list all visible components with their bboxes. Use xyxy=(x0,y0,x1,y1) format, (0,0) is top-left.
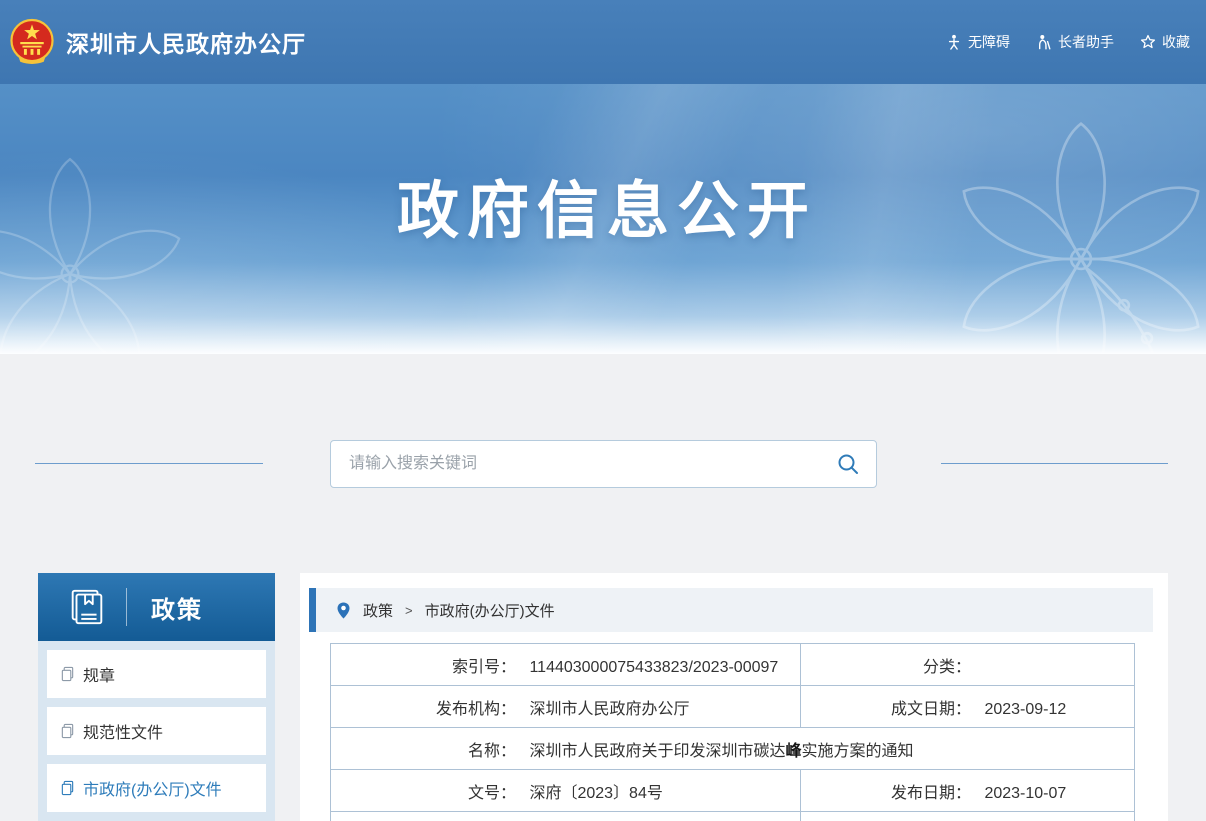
top-link-label: 长者助手 xyxy=(1058,32,1114,52)
accessibility-icon xyxy=(946,34,962,50)
elder-assistant-link[interactable]: 长者助手 xyxy=(1036,32,1114,52)
field-value: 2023-10-07 xyxy=(984,785,1066,802)
sidebar: 政策 规章 规范性文件 xyxy=(38,573,275,821)
divider xyxy=(126,588,127,626)
written-date-cell: 成文日期： 2023-09-12 xyxy=(801,686,1135,728)
issuing-agency-cell: 发布机构： 深圳市人民政府办公厅 xyxy=(331,686,801,728)
document-number-cell: 文号： 深府〔2023〕84号 xyxy=(331,770,801,812)
table-row-index-category: 索引号： 114403000075433823/2023-00097 分类： xyxy=(331,644,1135,686)
field-value: 2023-09-12 xyxy=(984,701,1066,718)
elder-assistant-icon xyxy=(1036,34,1052,50)
field-label: 名称： xyxy=(331,737,516,761)
document-info-table: 索引号： 114403000075433823/2023-00097 分类： 发… xyxy=(330,643,1135,821)
decorative-line-right xyxy=(941,463,1168,464)
empty-cell xyxy=(331,812,801,821)
empty-cell xyxy=(801,812,1135,821)
policy-book-icon xyxy=(66,586,108,628)
breadcrumb-link-policy[interactable]: 政策 xyxy=(363,600,393,621)
breadcrumb-separator: > xyxy=(405,603,413,618)
index-number-cell: 索引号： 114403000075433823/2023-00097 xyxy=(331,644,801,686)
top-utility-links: 无障碍 长者助手 收藏 xyxy=(946,32,1190,52)
document-icon xyxy=(60,780,75,796)
site-brand[interactable]: 深圳市人民政府办公厅 xyxy=(10,17,306,67)
location-pin-icon xyxy=(337,602,350,619)
field-value: 深府〔2023〕84号 xyxy=(529,785,662,802)
field-label: 文号： xyxy=(331,779,516,803)
name-prefix: 深圳市人民政府关于印发深圳市碳达 xyxy=(529,743,785,760)
name-suffix: 实施方案的通知 xyxy=(801,743,913,760)
table-row-docno-publish: 文号： 深府〔2023〕84号 发布日期： 2023-10-07 xyxy=(331,770,1135,812)
banner: 政府信息公开 xyxy=(0,84,1206,354)
sidebar-item-label: 规范性文件 xyxy=(83,719,163,743)
top-link-label: 收藏 xyxy=(1162,32,1190,52)
document-icon xyxy=(60,723,75,739)
search-icon xyxy=(837,453,859,475)
name-highlight: 峰 xyxy=(785,743,801,760)
national-emblem-logo xyxy=(10,17,54,67)
accessibility-link[interactable]: 无障碍 xyxy=(946,32,1010,52)
document-name: 深圳市人民政府关于印发深圳市碳达峰实施方案的通知 xyxy=(529,743,913,760)
field-value: 114403000075433823/2023-00097 xyxy=(529,659,778,676)
sidebar-menu: 规章 规范性文件 市政府(办公厅)文件 xyxy=(38,641,275,821)
sidebar-item-label: 规章 xyxy=(83,662,115,686)
publish-date-cell: 发布日期： 2023-10-07 xyxy=(801,770,1135,812)
main-area: 政策 规章 规范性文件 xyxy=(38,573,1168,821)
content-panel: 政策 > 市政府(办公厅)文件 索引号： 114403000075433823/… xyxy=(300,573,1168,821)
field-label: 发布日期： xyxy=(801,779,971,803)
sidebar-title: 政策 xyxy=(151,590,203,625)
breadcrumb: 政策 > 市政府(办公厅)文件 xyxy=(309,588,1153,632)
field-label: 成文日期： xyxy=(801,695,971,719)
field-label: 发布机构： xyxy=(331,695,516,719)
category-cell: 分类： xyxy=(801,644,1135,686)
field-label: 分类： xyxy=(801,653,971,677)
search-button[interactable] xyxy=(820,441,876,487)
page-title: 政府信息公开 xyxy=(0,84,1206,250)
document-icon xyxy=(60,666,75,682)
sidebar-item-normative-documents[interactable]: 规范性文件 xyxy=(47,707,266,755)
table-row-partial xyxy=(331,812,1135,821)
sidebar-item-regulations[interactable]: 规章 xyxy=(47,650,266,698)
sidebar-item-municipal-government-documents[interactable]: 市政府(办公厅)文件 xyxy=(47,764,266,812)
sidebar-header: 政策 xyxy=(38,573,275,641)
document-name-cell: 名称： 深圳市人民政府关于印发深圳市碳达峰实施方案的通知 xyxy=(331,728,1135,770)
favorite-link[interactable]: 收藏 xyxy=(1140,32,1190,52)
sidebar-item-label: 市政府(办公厅)文件 xyxy=(83,776,222,800)
breadcrumb-current: 市政府(办公厅)文件 xyxy=(425,600,555,621)
top-link-label: 无障碍 xyxy=(968,32,1010,52)
field-value: 深圳市人民政府办公厅 xyxy=(529,701,689,718)
star-icon xyxy=(1140,34,1156,50)
field-label: 索引号： xyxy=(331,653,516,677)
search-box xyxy=(330,440,877,488)
site-header: 深圳市人民政府办公厅 无障碍 长者助手 收藏 xyxy=(0,0,1206,84)
search-input[interactable] xyxy=(331,441,820,487)
search-section xyxy=(0,440,1206,488)
decorative-line-left xyxy=(35,463,263,464)
site-title: 深圳市人民政府办公厅 xyxy=(66,25,306,59)
table-row-name: 名称： 深圳市人民政府关于印发深圳市碳达峰实施方案的通知 xyxy=(331,728,1135,770)
table-row-agency-date: 发布机构： 深圳市人民政府办公厅 成文日期： 2023-09-12 xyxy=(331,686,1135,728)
